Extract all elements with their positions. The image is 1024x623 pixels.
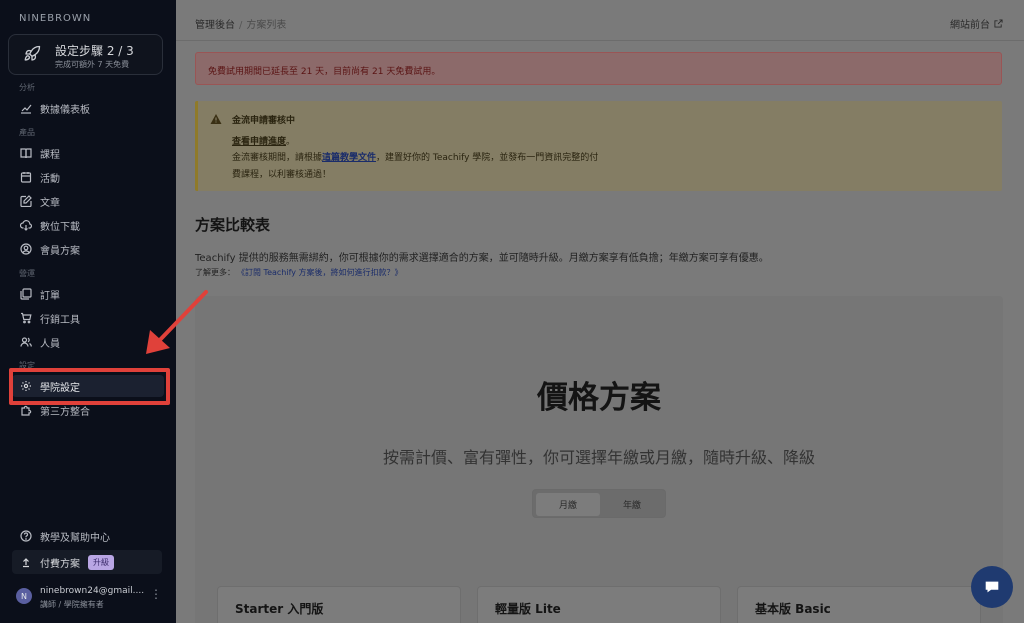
warning-icon: [210, 114, 222, 124]
learn-more: 了解更多： 《訂閱 Teachify 方案後，將如何進行扣款？》: [195, 267, 403, 278]
user-profile[interactable]: N ninebrown24@gmail.... 講師 / 學院擁有者 ⋮: [14, 584, 164, 614]
sidebar-item-label: 活動: [40, 173, 60, 185]
trial-alert-text: 免費試用期間已延長至 21 天，目前尚有 21 天免費試用。: [208, 67, 441, 77]
learn-more-label: 了解更多：: [195, 268, 235, 277]
plan-name: 輕量版 Lite: [495, 602, 561, 616]
payment-review-line1: 查看申請進度。: [232, 134, 295, 147]
annotation-arrow: [146, 290, 208, 354]
comparison-title: 方案比較表: [195, 216, 271, 234]
payment-review-line2-prefix: 金流審核期間，請根據: [232, 153, 323, 163]
toggle-monthly[interactable]: 月繳: [536, 493, 600, 516]
highlight-annotation-box: [9, 368, 170, 405]
paid-plan-button[interactable]: 付費方案 升級: [12, 550, 162, 574]
chat-icon: [985, 581, 999, 593]
help-icon: [20, 530, 32, 542]
check-progress-link[interactable]: 查看申請進度: [232, 137, 286, 147]
site-frontend-label: 網站前台: [950, 20, 990, 31]
avatar: N: [16, 588, 32, 604]
pricing-subtitle: 按需計價、富有彈性，你可選擇年繳或月繳，隨時升級、降級: [382, 448, 815, 467]
pricing-panel: 價格方案 按需計價、富有彈性，你可選擇年繳或月繳，隨時升級、降級 月繳 年繳 S…: [195, 296, 1003, 623]
plan-card-basic[interactable]: 基本版 Basic: [737, 586, 981, 623]
setup-steps-card[interactable]: 設定步驟 2 / 3 完成可額外 7 天免費: [8, 34, 163, 75]
payment-review-alert: 金流申請審核中 查看申請進度。 金流審核期間，請根據這篇教學文件，建置好你的 T…: [195, 101, 1002, 191]
main-content: 管理後台 / 方案列表 網站前台 免費試用期間已延長至 21 天，目前尚有 21 天…: [176, 0, 1024, 623]
puzzle-icon: [20, 404, 32, 416]
sidebar-item-dashboard[interactable]: 數據儀表板: [12, 97, 164, 119]
toggle-yearly[interactable]: 年繳: [600, 493, 664, 516]
sidebar-item-label: 數位下載: [40, 221, 80, 233]
book-icon: [20, 147, 32, 159]
sidebar-item-label: 文章: [40, 197, 60, 209]
chat-support-button[interactable]: [971, 566, 1013, 608]
breadcrumb: 管理後台 / 方案列表: [195, 16, 286, 31]
user-email: ninebrown24@gmail....: [40, 586, 145, 596]
breadcrumb-separator: /: [239, 20, 243, 31]
sidebar-item-label: 數據儀表板: [40, 104, 90, 116]
sidebar-item-label: 行銷工具: [40, 314, 80, 326]
plan-card-lite[interactable]: 輕量版 Lite: [477, 586, 721, 623]
billing-toggle: 月繳 年繳: [532, 489, 666, 518]
sidebar-item-courses[interactable]: 課程: [12, 142, 164, 164]
plan-name: Starter 入門版: [235, 602, 324, 616]
edit-icon: [20, 195, 32, 207]
sidebar-item-events[interactable]: 活動: [12, 166, 164, 188]
paid-plan-label: 付費方案: [40, 558, 80, 570]
user-role: 講師 / 學院擁有者: [40, 600, 104, 609]
cart-icon: [20, 312, 32, 324]
trial-alert: 免費試用期間已延長至 21 天，目前尚有 21 天免費試用。: [195, 52, 1002, 85]
section-label-products: 產品: [19, 128, 35, 137]
payment-review-line2: 金流審核期間，請根據這篇教學文件，建置好你的 Teachify 學院，並發布一門…: [232, 150, 598, 163]
billing-faq-link[interactable]: 《訂閱 Teachify 方案後，將如何進行扣款？》: [241, 268, 403, 277]
chart-icon: [20, 102, 32, 114]
setup-steps-title: 設定步驟 2 / 3: [55, 44, 134, 58]
site-frontend-link[interactable]: 網站前台: [950, 16, 1003, 31]
sidebar-item-label: 教學及幫助中心: [40, 532, 110, 544]
plan-name: 基本版 Basic: [755, 602, 831, 616]
rocket-icon: [24, 45, 41, 61]
breadcrumb-root[interactable]: 管理後台: [195, 20, 235, 31]
sidebar-item-articles[interactable]: 文章: [12, 190, 164, 212]
section-label-analytics: 分析: [19, 83, 35, 92]
section-label-manage: 營運: [19, 269, 35, 278]
external-link-icon: [994, 19, 1003, 28]
orders-icon: [20, 288, 32, 300]
plan-card-starter[interactable]: Starter 入門版: [217, 586, 461, 623]
more-vertical-icon[interactable]: ⋮: [150, 587, 162, 601]
sidebar-item-label: 課程: [40, 149, 60, 161]
tutorial-doc-link[interactable]: 這篇教學文件: [322, 153, 376, 163]
cloud-download-icon: [20, 219, 32, 231]
pricing-title: 價格方案: [537, 380, 661, 416]
payment-review-line2-suffix: ，建置好你的 Teachify 學院，並發布一門資訊完整的付: [376, 153, 599, 163]
upload-icon: [20, 556, 32, 568]
sidebar-item-help[interactable]: 教學及幫助中心: [12, 525, 164, 547]
setup-steps-subtitle: 完成可額外 7 天免費: [55, 60, 130, 69]
sidebar-item-label: 會員方案: [40, 245, 80, 257]
users-icon: [20, 336, 32, 348]
payment-review-title: 金流申請審核中: [232, 116, 296, 126]
payment-review-suffix: 。: [286, 137, 296, 147]
member-icon: [20, 243, 32, 255]
breadcrumb-current: 方案列表: [246, 20, 287, 31]
brand-name: NINEBROWN: [19, 13, 92, 24]
upgrade-badge: 升級: [88, 554, 114, 570]
calendar-icon: [20, 171, 32, 183]
comparison-description: Teachify 提供的服務無需綁約，你可根據你的需求選擇適合的方案，並可隨時升…: [195, 253, 769, 264]
sidebar-item-label: 人員: [40, 338, 60, 350]
payment-review-line3: 費課程，以利審核通過！: [232, 170, 332, 180]
sidebar-item-membership[interactable]: 會員方案: [12, 238, 164, 260]
header-divider: [176, 40, 1024, 41]
sidebar-item-downloads[interactable]: 數位下載: [12, 214, 164, 236]
sidebar-item-label: 訂單: [40, 290, 60, 302]
